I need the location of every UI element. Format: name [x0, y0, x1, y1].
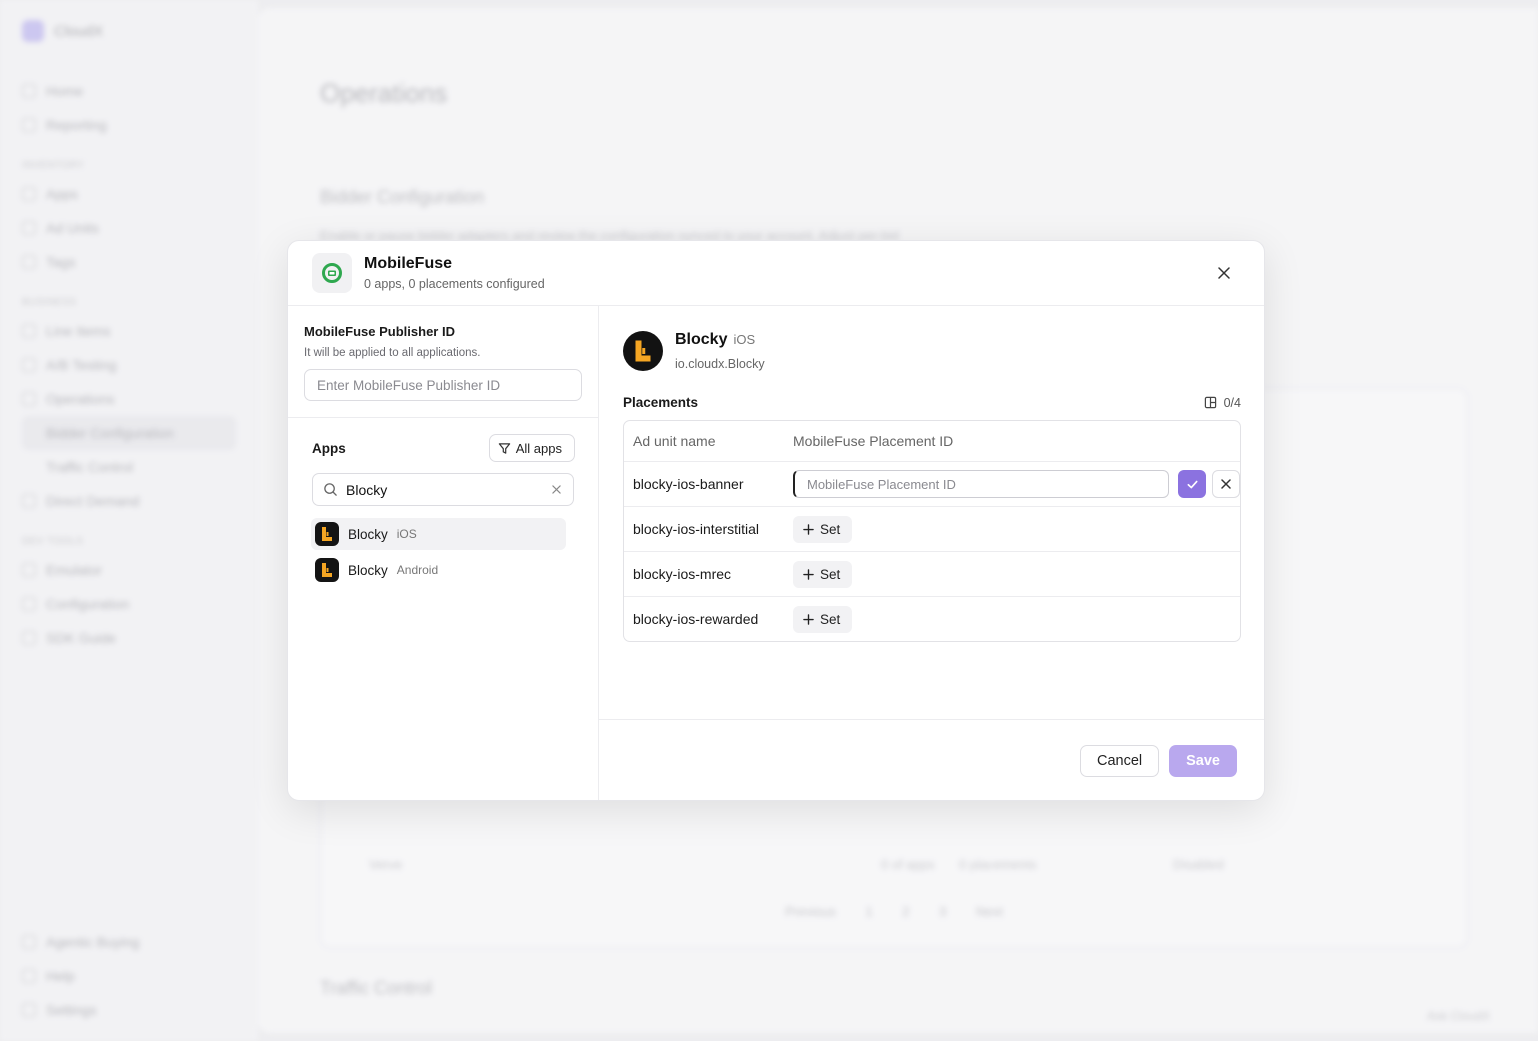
ad-unit-name: blocky-ios-banner [633, 476, 744, 492]
cancel-placement-button[interactable] [1212, 470, 1240, 498]
save-button[interactable]: Save [1169, 744, 1237, 777]
plus-icon [803, 523, 814, 535]
set-label: Set [820, 566, 841, 582]
set-label: Set [820, 521, 841, 537]
apps-header: Apps All apps [312, 434, 575, 462]
publisher-id-label: MobileFuse Publisher ID [304, 324, 455, 339]
app-platform: Android [396, 563, 439, 577]
publisher-id-input[interactable] [304, 369, 582, 401]
placement-id-input[interactable] [793, 470, 1169, 498]
blocky-app-icon [315, 522, 339, 546]
table-row: blocky-ios-mrec Set [624, 551, 1240, 596]
app-search-input[interactable] [346, 481, 541, 498]
cancel-button[interactable]: Cancel [1079, 744, 1160, 777]
app-list-item-blocky-ios[interactable]: Blocky iOS [311, 518, 566, 550]
selected-app-title: Blocky iOS [675, 331, 765, 349]
ad-unit-name: blocky-ios-interstitial [633, 521, 760, 537]
set-placement-button[interactable]: Set [793, 605, 853, 633]
provider-summary: 0 apps, 0 placements configured [364, 277, 545, 291]
table-header-row: Ad unit name MobileFuse Placement ID [624, 421, 1240, 461]
table-row: blocky-ios-banner [624, 461, 1240, 506]
set-placement-button[interactable]: Set [793, 515, 853, 543]
all-apps-filter-button[interactable]: All apps [488, 434, 575, 462]
selected-app-header: Blocky iOS io.cloudx.Blocky [599, 306, 1264, 371]
apps-title: Apps [312, 440, 346, 456]
placements-header: Placements 0/4 [599, 395, 1264, 410]
clear-search-icon[interactable] [549, 483, 563, 497]
set-label: Set [820, 611, 841, 627]
modal-body: MobileFuse Publisher ID It will be appli… [288, 306, 1264, 800]
selected-app-bundle-id: io.cloudx.Blocky [675, 357, 765, 371]
app-name: Blocky [348, 526, 388, 542]
column-header-ad-unit: Ad unit name [633, 433, 716, 449]
placements-title: Placements [623, 395, 699, 410]
mobilefuse-logo-icon [312, 253, 352, 293]
placements-table: Ad unit name MobileFuse Placement ID blo… [623, 420, 1241, 642]
selected-app-name: Blocky [675, 331, 728, 348]
plus-icon [803, 613, 814, 625]
app-search-box [312, 473, 574, 506]
app-list: Blocky iOS Blocky Android [311, 518, 574, 586]
ad-unit-name: blocky-ios-rewarded [633, 611, 759, 627]
blocky-app-icon [315, 558, 339, 582]
close-icon [1221, 479, 1231, 489]
modal-footer: Cancel Save [599, 719, 1264, 800]
plus-icon [803, 568, 814, 580]
table-row: blocky-ios-interstitial Set [624, 506, 1240, 551]
all-apps-label: All apps [515, 440, 562, 456]
placements-count-icon [1204, 396, 1216, 409]
app-list-item-blocky-android[interactable]: Blocky Android [311, 554, 566, 586]
app-name: Blocky [348, 562, 388, 578]
blocky-app-icon [623, 331, 663, 371]
placements-count-value: 0/4 [1223, 395, 1241, 410]
publisher-id-section: MobileFuse Publisher ID It will be appli… [288, 306, 598, 418]
ad-unit-name: blocky-ios-mrec [633, 566, 732, 582]
search-icon [324, 483, 337, 496]
app-platform: iOS [396, 527, 417, 541]
column-header-placement-id: MobileFuse Placement ID [793, 433, 954, 449]
filter-icon [498, 442, 510, 454]
provider-name: MobileFuse [364, 255, 453, 272]
placement-id-editor [793, 470, 1240, 498]
left-pane: MobileFuse Publisher ID It will be appli… [288, 306, 599, 800]
apps-section: Apps All apps Blocky Blocky iOS Blocky A… [288, 418, 598, 586]
modal-header: MobileFuse 0 apps, 0 placements configur… [288, 241, 1264, 306]
close-icon [1218, 267, 1230, 279]
right-pane: Blocky iOS io.cloudx.Blocky Placements 0/… [599, 306, 1264, 800]
close-button[interactable] [1214, 263, 1234, 283]
placements-count: 0/4 [1204, 396, 1241, 410]
bidder-config-modal: MobileFuse 0 apps, 0 placements configur… [287, 240, 1265, 801]
publisher-id-help: It will be applied to all applications. [304, 347, 481, 359]
table-row: blocky-ios-rewarded Set [624, 596, 1240, 641]
set-placement-button[interactable]: Set [793, 560, 853, 588]
confirm-placement-button[interactable] [1178, 470, 1206, 498]
selected-app-platform: iOS [733, 332, 756, 347]
check-icon [1186, 480, 1198, 488]
